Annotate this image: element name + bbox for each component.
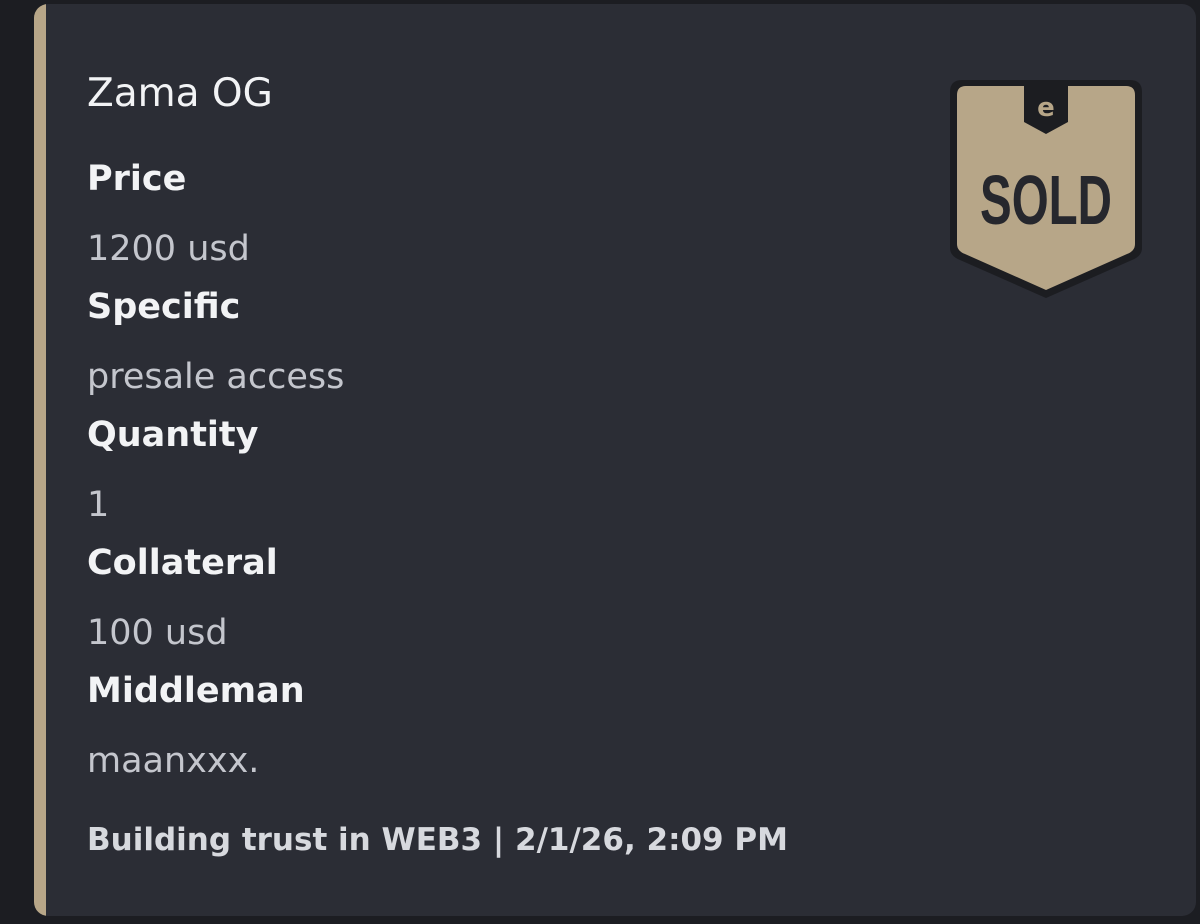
embed-content: Zama OG Price 1200 usd Specific presale …	[87, 66, 946, 796]
embed-footer: Building trust in WEB3 | 2/1/26, 2:09 PM	[87, 822, 788, 858]
field-name: Specific	[87, 287, 241, 327]
field-value: maanxxx.	[87, 741, 260, 781]
field-name: Collateral	[87, 543, 278, 583]
field-quantity: Quantity 1	[87, 412, 946, 540]
field-name: Quantity	[87, 415, 259, 455]
field-value: presale access	[87, 357, 345, 397]
sold-badge-icon[interactable]: e SOLD	[946, 72, 1146, 304]
badge-logo-letter: e	[1037, 93, 1055, 123]
field-specific: Specific presale access	[87, 284, 946, 412]
badge-sold-text: SOLD	[980, 161, 1112, 239]
embed-title: Zama OG	[87, 71, 273, 116]
field-value: 1	[87, 485, 110, 525]
field-value: 100 usd	[87, 613, 228, 653]
field-value: 1200 usd	[87, 229, 250, 269]
field-middleman: Middleman maanxxx.	[87, 668, 946, 796]
field-collateral: Collateral 100 usd	[87, 540, 946, 668]
embed-accent-bar	[34, 4, 46, 916]
field-price: Price 1200 usd	[87, 156, 946, 284]
field-name: Price	[87, 159, 187, 199]
embed-card: Zama OG Price 1200 usd Specific presale …	[34, 4, 1196, 916]
field-name: Middleman	[87, 671, 305, 711]
